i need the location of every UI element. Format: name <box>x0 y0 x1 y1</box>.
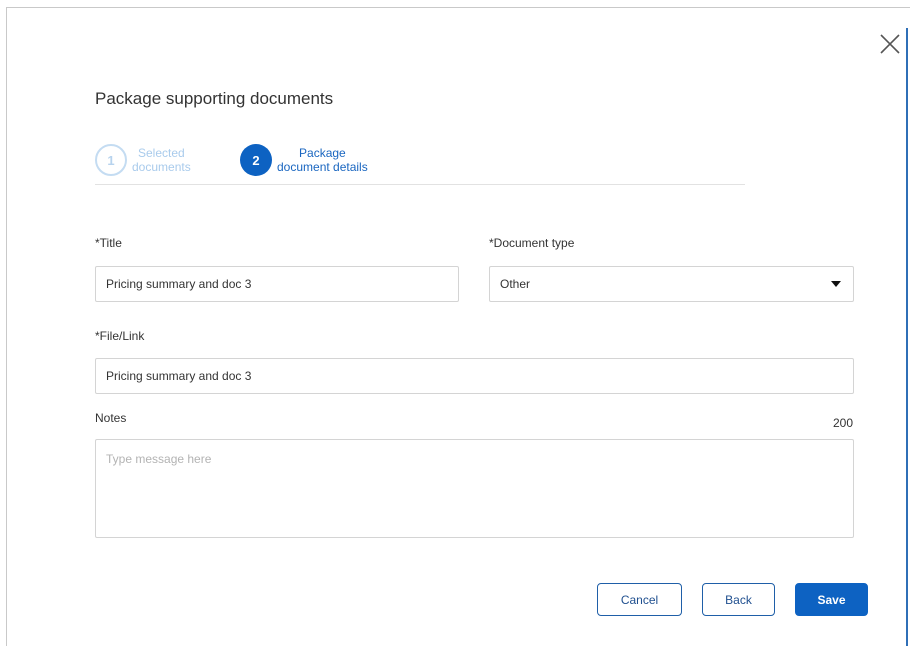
close-button[interactable] <box>876 30 904 58</box>
back-button[interactable]: Back <box>702 583 775 616</box>
cancel-button[interactable]: Cancel <box>597 583 682 616</box>
save-button[interactable]: Save <box>795 583 868 616</box>
dialog-top-border <box>6 7 910 8</box>
caret-down-icon <box>831 281 841 287</box>
step-label-line1: Package <box>299 146 346 160</box>
step-label: Package document details <box>277 146 368 174</box>
step-label: Selected documents <box>132 146 191 174</box>
document-type-value: Other <box>500 277 531 291</box>
notes-textarea[interactable]: Type message here <box>95 439 854 538</box>
document-type-select[interactable]: Other <box>489 266 854 302</box>
title-input[interactable]: Pricing summary and doc 3 <box>95 266 459 302</box>
step-label-line1: Selected <box>138 146 185 160</box>
title-label: *Title <box>95 236 122 250</box>
dialog-left-border <box>6 7 7 646</box>
step-selected-documents[interactable]: 1 Selected documents <box>95 143 191 177</box>
step-number-circle: 1 <box>95 144 127 176</box>
close-icon <box>880 34 900 54</box>
step-package-document-details[interactable]: 2 Package document details <box>240 143 368 177</box>
stepper: 1 Selected documents 2 Package document … <box>95 143 745 185</box>
right-edge-accent <box>906 28 908 646</box>
file-link-input[interactable]: Pricing summary and doc 3 <box>95 358 854 394</box>
step-label-line2: documents <box>132 160 191 174</box>
dialog-title: Package supporting documents <box>95 89 334 108</box>
file-link-label: *File/Link <box>95 329 145 343</box>
document-type-label: *Document type <box>489 236 575 250</box>
step-label-line2: document details <box>277 160 368 174</box>
notes-character-count: 200 <box>832 416 853 430</box>
notes-label: Notes <box>95 411 127 425</box>
step-number-circle: 2 <box>240 144 272 176</box>
